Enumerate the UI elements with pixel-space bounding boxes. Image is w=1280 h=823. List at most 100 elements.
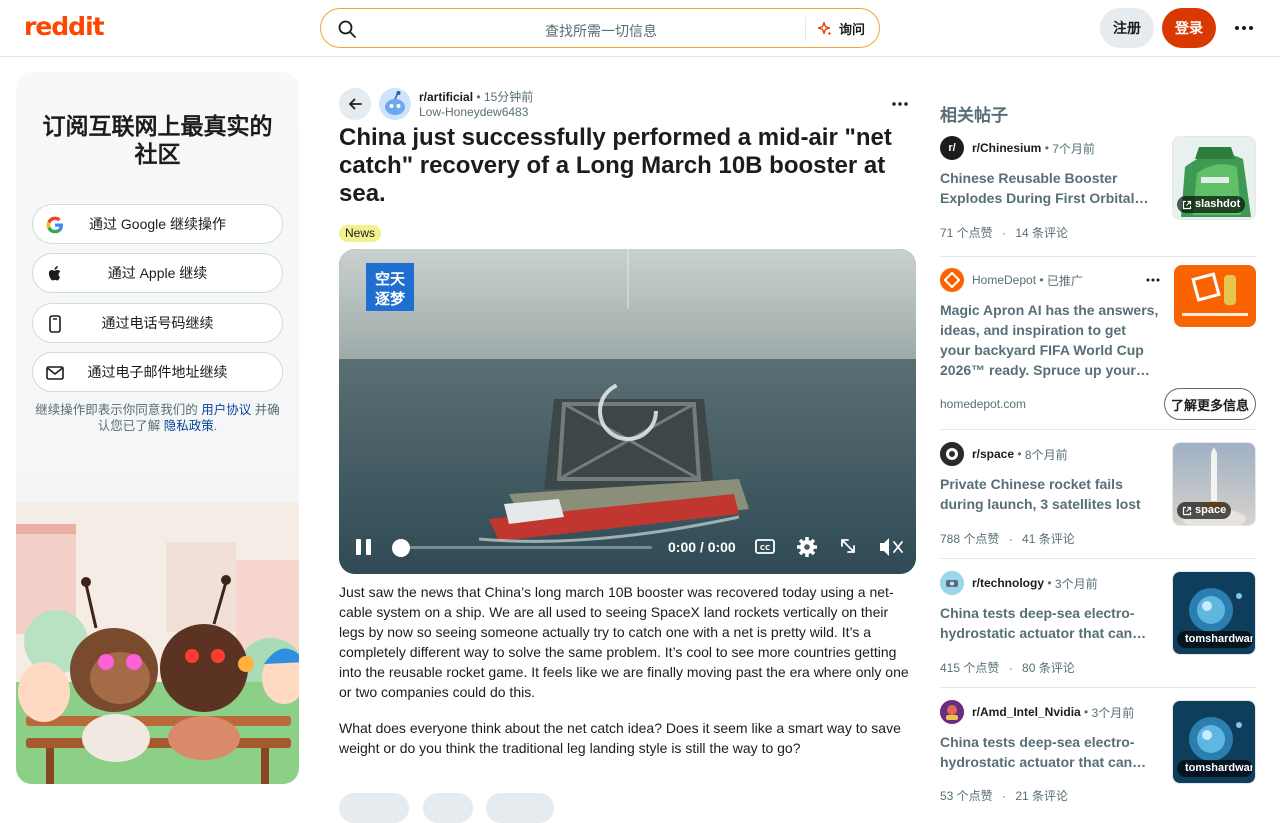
related-thumbnail[interactable]: slashdot — [1172, 136, 1256, 220]
apple-continue-button[interactable]: 通过 Apple 继续 — [32, 253, 283, 293]
separator-dot: · — [1002, 226, 1007, 240]
phone-continue-button[interactable]: 通过电话号码继续 — [32, 303, 283, 343]
ad-options-icon[interactable] — [1146, 274, 1160, 286]
fullscreen-icon[interactable] — [841, 539, 855, 553]
related-stats: 788 个点赞 · 41 条评论 — [940, 530, 1075, 547]
related-stats: 415 个点赞 · 80 条评论 — [940, 659, 1075, 676]
video-player[interactable]: 空天 逐梦 CC 0:00 / 0:00 — [339, 249, 916, 574]
related-sub-meta: r/space • 8个月前 — [940, 442, 1068, 466]
meta-dot: • — [1044, 576, 1055, 590]
login-button[interactable]: 登录 — [1162, 8, 1216, 48]
reddit-logo[interactable]: reddit — [24, 12, 105, 41]
subreddit-icon — [940, 700, 964, 724]
related-stats: 71 个点赞 · 14 条评论 — [940, 224, 1068, 241]
meta-dot: • — [1036, 273, 1047, 287]
related-headline[interactable]: Chinese Reusable Booster Explodes During… — [940, 168, 1160, 208]
comment-pill[interactable] — [423, 793, 473, 823]
related-subreddit[interactable]: r/Amd_Intel_Nvidia — [972, 705, 1081, 719]
subreddit-icon: r/ — [940, 136, 964, 160]
mute-icon[interactable] — [880, 538, 903, 556]
divider — [940, 558, 1256, 559]
link-domain: tomshardware.com — [1185, 762, 1253, 774]
video-progress-track[interactable] — [399, 546, 652, 549]
settings-gear-icon[interactable] — [797, 537, 817, 557]
external-link-icon — [1182, 200, 1192, 209]
search-icon — [338, 20, 356, 38]
subreddit-icon — [940, 571, 964, 595]
related-subreddit[interactable]: r/space — [972, 447, 1014, 461]
link-domain: space — [1195, 504, 1227, 516]
google-continue-label: 通过 Google 继续操作 — [89, 216, 226, 232]
meta-dot: • — [1041, 141, 1053, 155]
more-options-icon[interactable] — [1232, 18, 1256, 38]
back-button[interactable] — [339, 88, 371, 120]
external-link-icon — [1182, 506, 1192, 515]
divider — [940, 256, 1256, 257]
search-bar[interactable]: 查找所需一切信息 询问 — [320, 8, 880, 48]
user-agreement-link[interactable]: 用户协议 — [201, 403, 251, 417]
signup-button[interactable]: 注册 — [1100, 8, 1154, 48]
related-headline[interactable]: Private Chinese rocket fails during laun… — [940, 474, 1160, 514]
post-options-icon[interactable] — [890, 96, 910, 112]
apple-icon — [48, 266, 61, 281]
pause-icon[interactable] — [356, 539, 371, 555]
homedepot-fifa-thumbnail — [1174, 265, 1256, 327]
meta-dot: • — [1080, 705, 1092, 719]
ask-button[interactable]: 询问 — [817, 19, 865, 38]
legal-suffix: . — [213, 419, 218, 433]
video-time: 0:00 / 0:00 — [668, 539, 736, 555]
related-post-3[interactable]: r/technology • 3个月前 China tests deep-sea… — [940, 571, 1256, 681]
post-title: China just successfully performed a mid-… — [339, 124, 892, 207]
subreddit-avatar[interactable] — [379, 88, 411, 120]
related-post-4[interactable]: r/Amd_Intel_Nvidia • 3个月前 China tests de… — [940, 700, 1256, 803]
video-progress-handle[interactable] — [392, 539, 410, 557]
related-subreddit[interactable]: r/technology — [972, 576, 1044, 590]
related-comments: 41 条评论 — [1022, 532, 1075, 546]
post-meta: r/artificial • 15分钟前 — [419, 88, 533, 105]
related-thumbnail[interactable]: tomshardware.com — [1172, 571, 1256, 655]
related-post-2[interactable]: r/space • 8个月前 Private Chinese rocket fa… — [940, 442, 1256, 552]
post-flair[interactable]: News — [339, 225, 382, 242]
share-pill[interactable] — [486, 793, 554, 823]
link-tag: tomshardware.com — [1177, 631, 1253, 648]
promoted-post[interactable]: HomeDepot • 已推广 Magic Apron AI has the a… — [940, 265, 1256, 428]
divider — [940, 429, 1256, 430]
related-headline[interactable]: China tests deep-sea electro-hydrostatic… — [940, 732, 1160, 772]
related-headline[interactable]: China tests deep-sea electro-hydrostatic… — [940, 603, 1160, 643]
phone-continue-label: 通过电话号码继续 — [101, 315, 214, 331]
upvote-pill[interactable] — [339, 793, 409, 823]
apple-continue-label: 通过 Apple 继续 — [107, 265, 208, 281]
ad-advertiser[interactable]: HomeDepot — [972, 273, 1036, 287]
ad-headline[interactable]: Magic Apron AI has the answers, ideas, a… — [940, 300, 1160, 380]
separator-dot: · — [1008, 532, 1013, 546]
legal-notice: 继续操作即表示你同意我们的 用户协议 并确认您已了解 隐私政策. — [30, 402, 285, 434]
related-thumbnail[interactable]: space — [1172, 442, 1256, 526]
signup-card-title: 订阅互联网上最真实的社区 — [42, 113, 273, 167]
related-time: 8个月前 — [1024, 447, 1068, 462]
mascot-illustration — [16, 502, 299, 784]
related-post-1[interactable]: r/ r/Chinesium • 7个月前 Chinese Reusable B… — [940, 136, 1256, 256]
post-subreddit-link[interactable]: r/artificial — [419, 90, 473, 104]
meta-dot: • — [476, 90, 484, 104]
ad-meta: HomeDepot • 已推广 — [940, 268, 1083, 292]
related-time: 3个月前 — [1054, 576, 1098, 591]
arrow-left-icon — [349, 98, 362, 110]
signup-card: 订阅互联网上最真实的社区 通过 Google 继续操作 通过 Apple 继续 … — [16, 72, 299, 784]
related-thumbnail[interactable]: tomshardware.com — [1172, 700, 1256, 784]
learn-more-button[interactable]: 了解更多信息 — [1164, 388, 1256, 420]
top-header: reddit 查找所需一切信息 询问 注册 登录 — [0, 0, 1280, 57]
snoo-avatar-icon — [379, 88, 411, 120]
captions-icon[interactable]: CC — [755, 539, 775, 554]
privacy-policy-link[interactable]: 隐私政策 — [164, 419, 214, 433]
related-comments: 21 条评论 — [1015, 789, 1069, 803]
ad-domain[interactable]: homedepot.com — [940, 397, 1026, 411]
ad-thumbnail[interactable] — [1174, 265, 1256, 327]
post-author-link[interactable]: Low-Honeydew6483 — [419, 105, 528, 119]
google-continue-button[interactable]: 通过 Google 继续操作 — [32, 204, 283, 244]
email-continue-button[interactable]: 通过电子邮件地址继续 — [32, 352, 283, 392]
legal-prefix: 继续操作即表示你同意我们的 — [35, 403, 198, 417]
related-time: 7个月前 — [1052, 141, 1095, 156]
related-subreddit[interactable]: r/Chinesium — [972, 141, 1041, 155]
divider — [940, 687, 1256, 688]
google-icon — [46, 216, 63, 234]
